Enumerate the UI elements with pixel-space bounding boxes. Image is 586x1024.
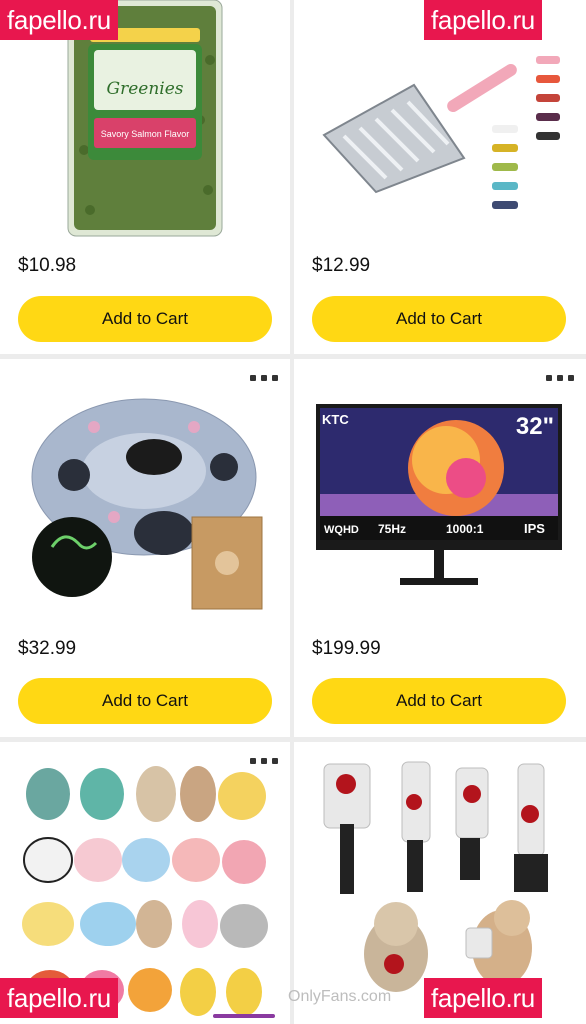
price-label: $32.99 [18, 638, 77, 659]
product-image-litter-scoop[interactable] [314, 40, 574, 235]
monitor-size: 32" [516, 413, 554, 440]
watermark-top-right: fapello.ru [424, 0, 542, 40]
price-label: $10.98 [18, 255, 77, 276]
badge-contrast: 1000:1 [446, 522, 484, 536]
product-card-litter-scoop[interactable]: $12.99 Add to Cart [294, 0, 586, 354]
flavor-label: Savory Salmon Flavor [101, 129, 190, 139]
home-indicator-bar[interactable] [213, 1014, 275, 1018]
product-card-ktc-monitor[interactable]: KTC 32" WQHD 75Hz 1000:1 IPS $199.99 Add… [294, 359, 586, 737]
add-to-cart-button[interactable]: Add to Cart [312, 296, 566, 342]
badge-wqhd: WQHD [324, 524, 359, 536]
watermark-top-left: fapello.ru [0, 0, 118, 40]
price-label: $199.99 [312, 638, 381, 659]
product-image-cat-tunnel-bed[interactable] [24, 387, 274, 617]
badge-75hz: 75Hz [378, 522, 406, 536]
product-image-ktc-monitor[interactable]: KTC 32" WQHD 75Hz 1000:1 IPS [316, 404, 566, 589]
footer-watermark-text: OnlyFans.com [288, 988, 392, 1005]
badge-ips: IPS [524, 521, 545, 536]
product-grid: Greenies Savory Salmon Flavor $10.98 Add… [0, 0, 586, 1024]
more-options-icon[interactable] [546, 375, 574, 383]
product-card-greenies[interactable]: Greenies Savory Salmon Flavor $10.98 Add… [0, 0, 290, 354]
watermark-bottom-right: fapello.ru [424, 978, 542, 1018]
price-label: $12.99 [312, 255, 371, 276]
brand-label: Greenies [107, 79, 184, 99]
add-to-cart-button[interactable]: Add to Cart [312, 678, 566, 724]
watermark-bottom-left: fapello.ru [0, 978, 118, 1018]
product-image-knife-cat-toys[interactable] [316, 754, 576, 1014]
more-options-icon[interactable] [250, 375, 278, 383]
monitor-brand: KTC [322, 412, 349, 427]
product-card-cat-tunnel[interactable]: $32.99 Add to Cart [0, 359, 290, 737]
add-to-cart-button[interactable]: Add to Cart [18, 296, 272, 342]
add-to-cart-button[interactable]: Add to Cart [18, 678, 272, 724]
